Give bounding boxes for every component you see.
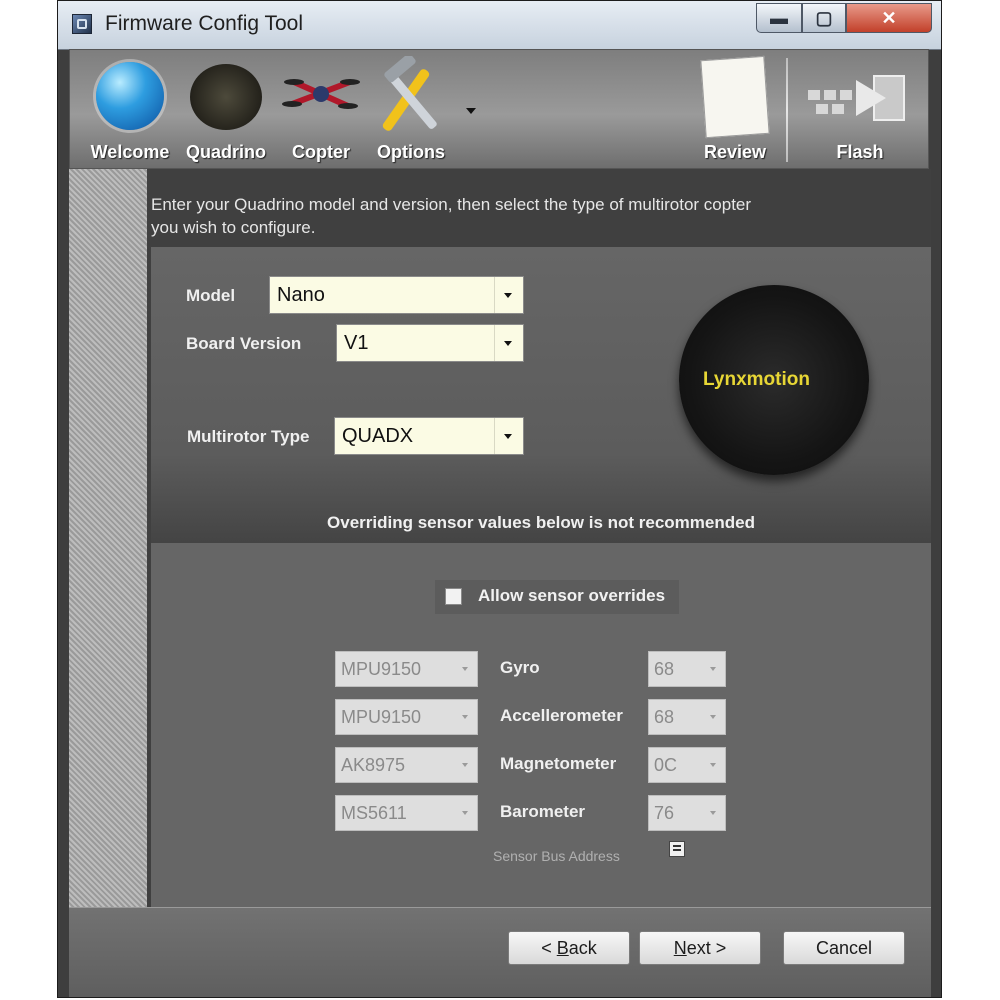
- barometer-chip-value: MS5611: [341, 803, 407, 823]
- gyro-address-value: 68: [654, 659, 675, 679]
- barometer-chip-select: MS5611: [335, 795, 478, 831]
- board-version-select[interactable]: V1: [336, 324, 524, 362]
- notepad-pencil-icon: [700, 55, 770, 139]
- toolbar-label-copter: Copter: [292, 142, 350, 162]
- wizard-footer: < Back Next > Cancel: [69, 907, 931, 997]
- content-area: Enter your Quadrino model and version, t…: [69, 169, 931, 907]
- chevron-down-icon: [455, 796, 477, 830]
- cancel-button[interactable]: Cancel: [783, 931, 905, 965]
- side-hatch-decoration: [69, 169, 147, 907]
- accelerometer-address-select: 68: [648, 699, 726, 735]
- bus-address-info-icon[interactable]: [669, 841, 685, 857]
- multirotor-type-select-value: QUADX: [342, 425, 414, 447]
- model-select[interactable]: Nano: [269, 276, 524, 314]
- allow-overrides-checkbox[interactable]: [445, 588, 462, 605]
- back-button-accel: B: [556, 938, 569, 958]
- accelerometer-label: Accellerometer: [500, 706, 623, 725]
- gyro-chip-select: MPU9150: [335, 651, 478, 687]
- allow-overrides-row[interactable]: Allow sensor overrides: [435, 580, 679, 614]
- gyro-chip-value: MPU9150: [341, 659, 422, 679]
- app-window: Firmware Config Tool ▬ ▢ ✕ Welcome Quadr…: [57, 0, 942, 998]
- chevron-down-icon: [455, 700, 477, 734]
- toolbar-item-quadrino[interactable]: Quadrino: [180, 50, 272, 168]
- instructions-line-1: Enter your Quadrino model and version, t…: [151, 195, 752, 214]
- barometer-address-value: 76: [654, 803, 675, 823]
- gyro-address-select: 68: [648, 651, 726, 687]
- next-button-accel: N: [673, 938, 687, 958]
- title-bar[interactable]: Firmware Config Tool ▬ ▢ ✕: [58, 1, 941, 50]
- magnetometer-address-select: 0C: [648, 747, 726, 783]
- multirotor-type-label: Multirotor Type: [187, 427, 310, 446]
- back-button-rest: ack: [568, 938, 597, 958]
- override-warning: Overriding sensor values below is not re…: [327, 513, 755, 532]
- chevron-down-icon[interactable]: [494, 325, 523, 361]
- circuit-board-icon: [190, 64, 262, 130]
- options-dropdown-arrow[interactable]: [466, 108, 476, 114]
- chevron-down-icon: [703, 796, 725, 830]
- board-version-label: Board Version: [186, 334, 302, 353]
- board-logo-text: Lynxmotion: [703, 369, 810, 390]
- toolbar-item-welcome[interactable]: Welcome: [84, 50, 176, 168]
- wizard-toolbar: Welcome Quadrino Copter Options Review F…: [69, 49, 929, 169]
- barometer-label: Barometer: [500, 802, 586, 821]
- chevron-down-icon[interactable]: [494, 418, 523, 454]
- magnetometer-chip-value: AK8975: [341, 755, 406, 775]
- accelerometer-chip-select: MPU9150: [335, 699, 478, 735]
- toolbar-label-flash: Flash: [836, 142, 884, 162]
- sensor-bus-address-label: Sensor Bus Address: [493, 848, 620, 864]
- magnetometer-chip-select: AK8975: [335, 747, 478, 783]
- chevron-down-icon: [455, 748, 477, 782]
- gyro-label: Gyro: [500, 658, 540, 677]
- toolbar-label-options: Options: [377, 142, 445, 162]
- quadrino-board-image: Lynxmotion: [679, 285, 869, 475]
- close-button[interactable]: ✕: [846, 3, 932, 33]
- barometer-address-select: 76: [648, 795, 726, 831]
- app-icon: [72, 14, 92, 34]
- chevron-down-icon: [703, 700, 725, 734]
- chevron-down-icon: [703, 652, 725, 686]
- minimize-button[interactable]: ▬: [756, 3, 802, 33]
- toolbar-item-options[interactable]: Options: [368, 50, 454, 168]
- globe-icon: [96, 62, 164, 130]
- toolbar-item-flash[interactable]: Flash: [800, 50, 920, 168]
- chevron-down-icon: [466, 108, 476, 114]
- next-button-rest: ext >: [686, 938, 727, 958]
- allow-overrides-label: Allow sensor overrides: [478, 586, 666, 605]
- model-select-value: Nano: [277, 284, 325, 306]
- toolbar-item-review[interactable]: Review: [690, 50, 780, 168]
- chevron-down-icon: [703, 748, 725, 782]
- multirotor-type-select[interactable]: QUADX: [334, 417, 524, 455]
- window-title: Firmware Config Tool: [105, 12, 304, 35]
- chip-arrow-icon: [808, 75, 905, 121]
- instructions-line-2: you wish to configure.: [151, 218, 316, 237]
- toolbar-label-review: Review: [703, 142, 767, 162]
- accelerometer-address-value: 68: [654, 707, 675, 727]
- magnetometer-address-value: 0C: [654, 755, 678, 775]
- board-version-select-value: V1: [344, 332, 369, 354]
- chevron-down-icon: [455, 652, 477, 686]
- model-label: Model: [186, 286, 236, 305]
- toolbar-label-welcome: Welcome: [90, 142, 170, 162]
- instructions-text: Enter your Quadrino model and version, t…: [151, 193, 751, 239]
- quadcopter-icon: [282, 79, 360, 109]
- magnetometer-label: Magnetometer: [500, 754, 617, 773]
- toolbar-separator: [786, 58, 788, 162]
- next-button[interactable]: Next >: [639, 931, 761, 965]
- back-button-prefix: <: [541, 938, 557, 958]
- toolbar-label-quadrino: Quadrino: [186, 142, 266, 162]
- back-button[interactable]: < Back: [508, 931, 630, 965]
- accelerometer-chip-value: MPU9150: [341, 707, 422, 727]
- tools-icon: [382, 56, 437, 131]
- toolbar-item-copter[interactable]: Copter: [278, 50, 364, 168]
- chevron-down-icon[interactable]: [494, 277, 523, 313]
- maximize-button[interactable]: ▢: [802, 3, 846, 33]
